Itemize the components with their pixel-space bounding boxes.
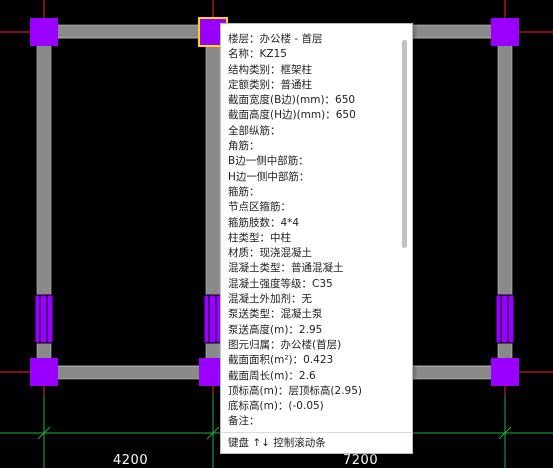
opening-right[interactable] <box>495 294 515 344</box>
property-line: 角筋： <box>228 140 260 153</box>
property-line: 截面周长(m)：2.6 <box>228 369 316 382</box>
property-line: 混凝土外加剂：无 <box>228 293 312 306</box>
column-bottom-right[interactable] <box>491 358 519 386</box>
column-bottom-left[interactable] <box>30 358 58 386</box>
property-line: 柱类型：中柱 <box>228 231 291 244</box>
property-line: 结构类别：框架柱 <box>228 63 312 76</box>
property-line: 底标高(m)：(-0.05) <box>228 400 324 413</box>
column-top-left[interactable] <box>30 18 58 46</box>
property-line: 全部纵筋： <box>228 124 281 137</box>
property-line: 顶标高(m)：层顶标高(2.95) <box>228 384 362 397</box>
property-line: 楼层：办公楼 - 首层 <box>228 33 323 45</box>
beam-top-left[interactable] <box>43 24 215 39</box>
tooltip-footer-hint: 键盘 ↑↓ 控制滚动条 <box>221 432 412 453</box>
property-line: 节点区箍筋： <box>228 201 291 214</box>
property-line: 备注： <box>228 415 260 428</box>
beam-bottom-left[interactable] <box>43 365 215 380</box>
property-line: 混凝土类型：普通混凝土 <box>228 262 344 275</box>
properties-tooltip: 楼层：办公楼 - 首层 名称：KZ15 结构类别：框架柱 定额类别：普通柱截面宽度(B… <box>220 23 413 454</box>
property-line: 图元归属：办公楼(首层) <box>228 338 342 351</box>
property-line: 定额类别：普通柱 <box>228 78 312 91</box>
property-line: 混凝土强度等级：C35 <box>228 277 333 290</box>
opening-left[interactable] <box>34 294 54 344</box>
dimension-label-left: 4200 <box>113 453 149 468</box>
property-line: 材质：现浇混凝土 <box>228 247 312 260</box>
property-line: 箍筋： <box>228 185 260 198</box>
property-line: H边一侧中部筋： <box>228 170 310 183</box>
property-line: 截面面积(m²)：0.423 <box>228 354 334 367</box>
property-line: 箍筋肢数：4*4 <box>228 216 300 229</box>
property-line: 截面宽度(B边)(mm)：650 <box>228 94 356 107</box>
column-top-right[interactable] <box>491 18 519 46</box>
properties-list[interactable]: 楼层：办公楼 - 首层 名称：KZ15 结构类别：框架柱 定额类别：普通柱截面宽度(B… <box>228 32 398 431</box>
dimension-label-right: 7200 <box>343 453 379 468</box>
tooltip-scrollbar-thumb[interactable] <box>402 40 407 248</box>
property-line: 钢筋业务属性： <box>228 430 398 432</box>
property-line: 泵送高度(m)：2.95 <box>228 323 323 336</box>
property-line: 名称：KZ15 <box>228 48 287 61</box>
property-line: 泵送类型：混凝土泵 <box>228 308 323 321</box>
property-line: 截面高度(H边)(mm)：650 <box>228 109 356 122</box>
property-line: B边一侧中部筋： <box>228 155 309 168</box>
